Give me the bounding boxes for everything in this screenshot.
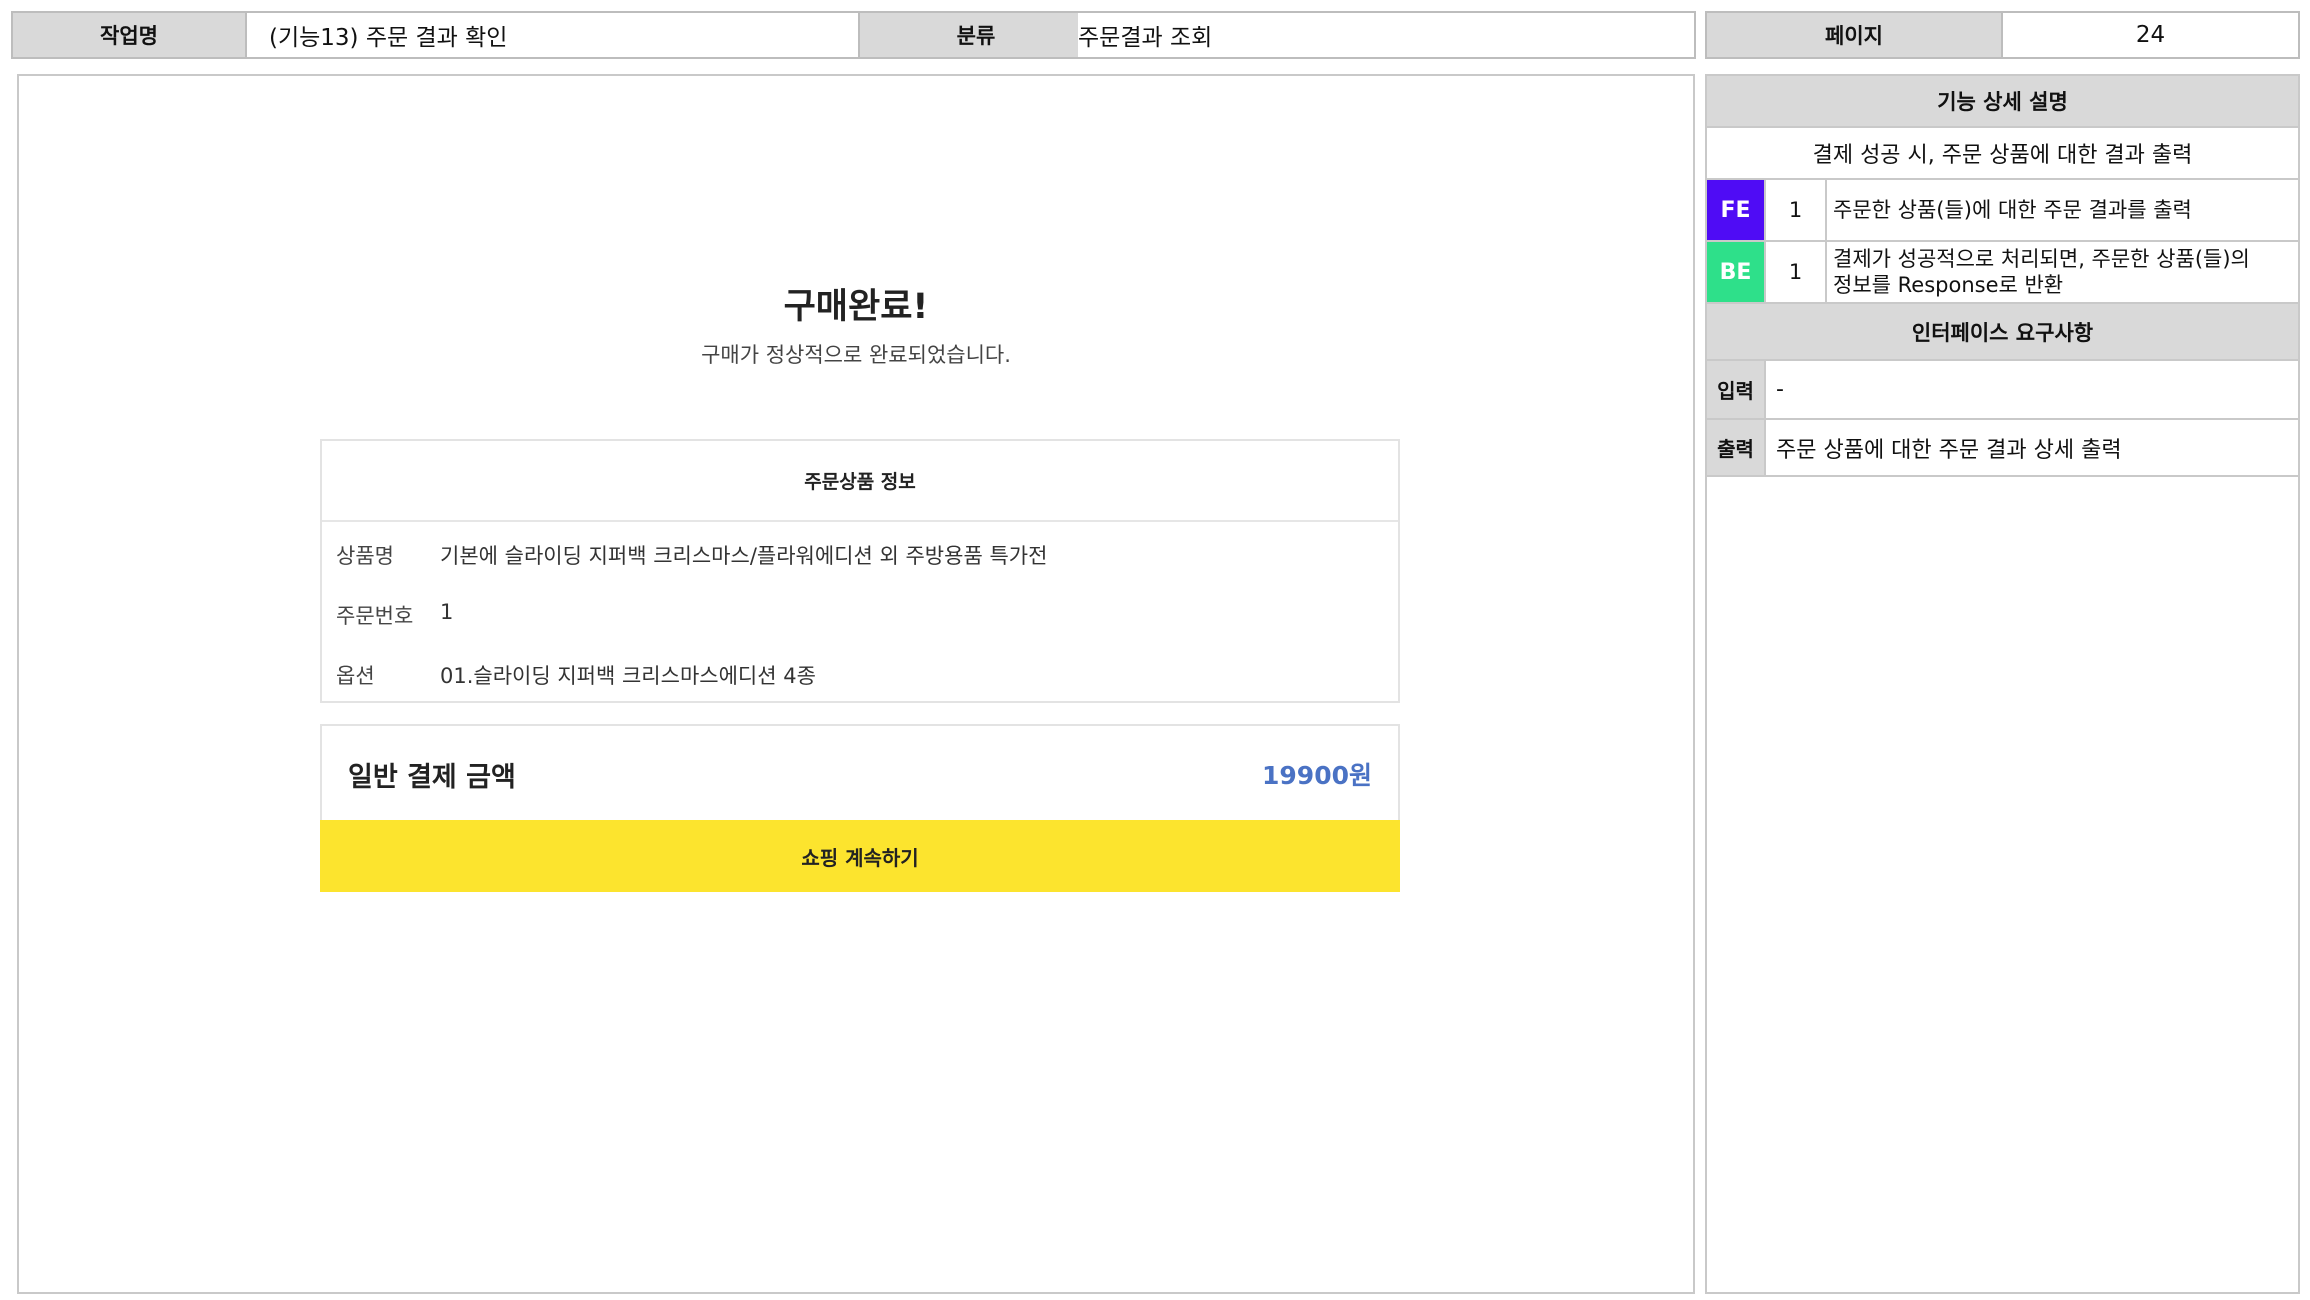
fe-number: 1 (1766, 180, 1827, 240)
order-info-box: 주문상품 정보 상품명 기본에 슬라이딩 지퍼백 크리스마스/플라워에디션 외 … (320, 439, 1400, 703)
order-row-label: 옵션 (336, 664, 375, 688)
task-name-value: (기능13) 주문 결과 확인 (247, 13, 860, 57)
page-bar: 페이지 24 (1705, 11, 2300, 59)
input-value: - (1776, 377, 1784, 402)
fe-description: 주문한 상품(들)에 대한 주문 결과를 출력 (1833, 198, 2192, 222)
fe-row: FE 1 주문한 상품(들)에 대한 주문 결과를 출력 (1707, 180, 2298, 242)
order-row-product: 상품명 기본에 슬라이딩 지퍼백 크리스마스/플라워에디션 외 주방용품 특가전 (336, 540, 1047, 570)
output-label: 출력 (1707, 420, 1766, 475)
be-row: BE 1 결제가 성공적으로 처리되면, 주문한 상품(들)의 정보를 Resp… (1707, 242, 2298, 304)
header-bar: 작업명 (기능13) 주문 결과 확인 분류 주문결과 조회 (11, 11, 1696, 59)
order-row-option: 옵션 01.슬라이딩 지퍼백 크리스마스에디션 4종 (336, 660, 816, 690)
output-value: 주문 상품에 대한 주문 결과 상세 출력 (1776, 437, 2122, 463)
payment-amount: 19900원 (1262, 761, 1372, 790)
continue-shopping-button[interactable]: 쇼핑 계속하기 (320, 820, 1400, 892)
interface-title: 인터페이스 요구사항 (1707, 304, 2298, 361)
payment-row: 일반 결제 금액 19900원 (322, 726, 1398, 822)
be-number: 1 (1766, 242, 1827, 302)
payment-label: 일반 결제 금액 (348, 761, 516, 793)
input-label: 입력 (1707, 361, 1766, 418)
spec-panel: 기능 상세 설명 결제 성공 시, 주문 상품에 대한 결과 출력 FE 1 주… (1705, 74, 2300, 1294)
order-info-title: 주문상품 정보 (322, 441, 1398, 522)
category-value: 주문결과 조회 (1078, 13, 1694, 57)
category-label: 분류 (860, 13, 1094, 57)
task-name-label: 작업명 (13, 13, 247, 57)
order-row-label: 상품명 (336, 544, 394, 568)
purchase-complete-message: 구매가 정상적으로 완료되었습니다. (701, 343, 1011, 367)
order-row-value: 01.슬라이딩 지퍼백 크리스마스에디션 4종 (440, 664, 816, 688)
payment-box: 일반 결제 금액 19900원 쇼핑 계속하기 (320, 724, 1400, 892)
be-description-line: 정보를 Response로 반환 (1833, 273, 2064, 297)
order-row-number: 주문번호 1 (336, 600, 453, 630)
purchase-complete-title: 구매완료! (783, 287, 929, 327)
detail-title: 기능 상세 설명 (1707, 76, 2298, 128)
page-label: 페이지 (1707, 13, 2003, 57)
detail-summary: 결제 성공 시, 주문 상품에 대한 결과 출력 (1707, 128, 2298, 180)
order-row-label: 주문번호 (336, 604, 414, 628)
order-row-value: 기본에 슬라이딩 지퍼백 크리스마스/플라워에디션 외 주방용품 특가전 (440, 544, 1048, 568)
output-row: 출력 주문 상품에 대한 주문 결과 상세 출력 (1707, 420, 2298, 477)
order-row-value: 1 (440, 600, 454, 624)
be-description-line: 결제가 성공적으로 처리되면, 주문한 상품(들)의 (1833, 247, 2250, 271)
screen-mockup: 구매완료! 구매가 정상적으로 완료되었습니다. 주문상품 정보 상품명 기본에… (17, 74, 1695, 1294)
page-number: 24 (2135, 22, 2166, 48)
be-tag: BE (1707, 242, 1766, 302)
be-description: 결제가 성공적으로 처리되면, 주문한 상품(들)의 정보를 Response로… (1827, 242, 2298, 302)
input-row: 입력 - (1707, 361, 2298, 420)
fe-tag: FE (1707, 180, 1766, 240)
